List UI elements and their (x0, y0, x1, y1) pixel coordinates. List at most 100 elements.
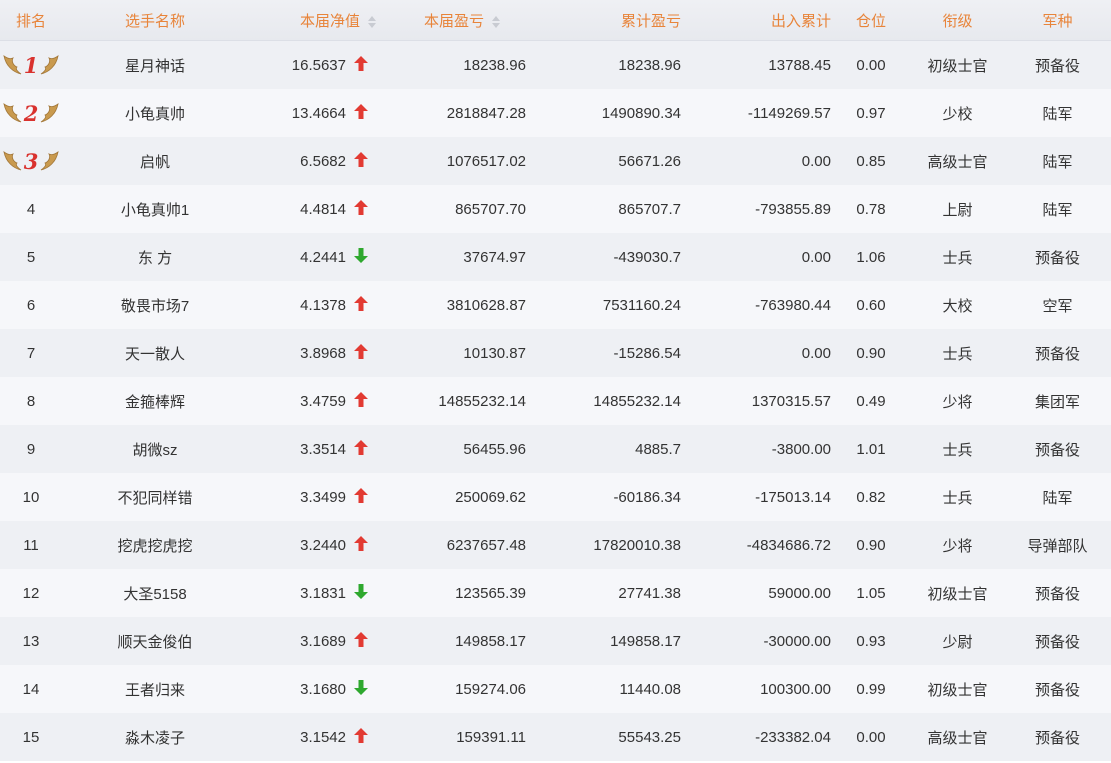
flow-total: -1149269.57 (747, 104, 831, 122)
player-name[interactable]: 挖虎挖虎挖 (62, 535, 248, 556)
table-row[interactable]: 2 小龟真帅 13.4664 2818847.28 1490890.34 -1149269… (0, 89, 1111, 137)
down-arrow-icon (354, 247, 368, 267)
net-value: 3.1680 (300, 680, 346, 698)
total-pnl: -60186.34 (613, 488, 681, 506)
sort-icon[interactable] (368, 15, 376, 28)
military-rank: 少校 (942, 105, 973, 123)
trend-indicator (348, 343, 380, 363)
column-header-total-pnl[interactable]: 累计盈亏 (526, 10, 681, 31)
current-pnl: 159274.06 (455, 680, 526, 698)
flow-total: -175013.14 (755, 488, 831, 506)
column-header-current-pnl[interactable]: 本届盈亏 (380, 10, 526, 31)
total-pnl: 55543.25 (618, 728, 681, 746)
column-header-nav[interactable]: 本届净值 (248, 10, 380, 31)
total-pnl: 14855232.14 (593, 392, 681, 410)
net-value: 3.4759 (300, 392, 346, 410)
net-value: 6.5682 (300, 152, 346, 170)
current-pnl: 250069.62 (455, 488, 526, 506)
up-arrow-icon (354, 391, 368, 411)
trend-indicator (348, 439, 380, 459)
service-branch: 预备役 (1034, 57, 1080, 75)
trend-indicator (348, 295, 380, 315)
player-name[interactable]: 大圣5158 (62, 583, 248, 604)
sort-icon[interactable] (492, 15, 500, 28)
player-name[interactable]: 顺天金俊伯 (62, 631, 248, 652)
current-pnl: 3810628.87 (446, 296, 526, 314)
table-row[interactable]: 7 天一散人 3.8968 10130.87 -15286.54 0.00 0.90 士兵 预备… (0, 329, 1111, 377)
table-row[interactable]: 3 启帆 6.5682 1076517.02 56671.26 0.00 0.85 高级士官 陆… (0, 137, 1111, 185)
position-ratio: 0.00 (856, 56, 886, 74)
flow-total: 0.00 (801, 248, 831, 266)
trend-indicator (348, 103, 380, 123)
net-value: 3.3499 (300, 488, 346, 506)
column-header-current-pnl-label: 本届盈亏 (423, 12, 484, 30)
position-ratio: 0.97 (856, 104, 886, 122)
player-name[interactable]: 小龟真帅1 (62, 199, 248, 220)
column-header-flow[interactable]: 出入累计 (681, 10, 831, 31)
trend-indicator (348, 487, 380, 507)
total-pnl: 11440.08 (619, 680, 681, 698)
military-rank: 上尉 (942, 201, 973, 219)
table-row[interactable]: 1 星月神话 16.5637 18238.96 18238.96 13788.45 0.00… (0, 41, 1111, 89)
down-arrow-icon (354, 583, 368, 603)
table-row[interactable]: 9 胡微sz 3.3514 56455.96 4885.7 -3800.00 1.01 士兵 预… (0, 425, 1111, 473)
position-ratio: 1.06 (856, 248, 886, 266)
table-row[interactable]: 12 大圣5158 3.1831 123565.39 27741.38 59000.00 1… (0, 569, 1111, 617)
player-name[interactable]: 东 方 (62, 247, 248, 268)
service-branch: 陆军 (1042, 201, 1073, 219)
net-value: 3.1542 (300, 728, 346, 746)
table-row[interactable]: 13 顺天金俊伯 3.1689 149858.17 149858.17 -30000.00… (0, 617, 1111, 665)
player-name[interactable]: 星月神话 (62, 55, 248, 76)
net-value: 3.1831 (300, 584, 346, 602)
total-pnl: 56671.26 (618, 152, 681, 170)
net-value: 4.2441 (300, 248, 346, 266)
player-name[interactable]: 敬畏市场7 (62, 295, 248, 316)
column-header-rank[interactable]: 排名 (0, 10, 62, 31)
flow-total: -233382.04 (755, 728, 831, 746)
military-rank: 少将 (942, 393, 973, 411)
service-branch: 陆军 (1042, 489, 1073, 507)
player-name[interactable]: 王者归来 (62, 679, 248, 700)
service-branch: 集团军 (1034, 393, 1080, 411)
player-name[interactable]: 天一散人 (62, 343, 248, 364)
total-pnl: 17820010.38 (593, 536, 681, 554)
player-name[interactable]: 淼木凌子 (62, 727, 248, 748)
player-name[interactable]: 小龟真帅 (62, 103, 248, 124)
up-arrow-icon (354, 727, 368, 747)
wing-right-icon (39, 146, 59, 176)
table-row[interactable]: 4 小龟真帅1 4.4814 865707.70 865707.7 -793855.89 0… (0, 185, 1111, 233)
table-row[interactable]: 14 王者归来 3.1680 159274.06 11440.08 100300.00 0.… (0, 665, 1111, 713)
wing-left-icon (3, 50, 23, 80)
current-pnl: 1076517.02 (446, 152, 526, 170)
up-arrow-icon (354, 343, 368, 363)
column-header-branch[interactable]: 军种 (1004, 10, 1111, 31)
column-header-position[interactable]: 仓位 (831, 10, 911, 31)
table-row[interactable]: 10 不犯同样错 3.3499 250069.62 -60186.34 -175013.1… (0, 473, 1111, 521)
trend-indicator (348, 631, 380, 651)
column-header-name[interactable]: 选手名称 (62, 10, 248, 31)
table-row[interactable]: 5 东 方 4.2441 37674.97 -439030.7 0.00 1.06 士兵 预备役 (0, 233, 1111, 281)
total-pnl: -439030.7 (613, 248, 681, 266)
up-arrow-icon (354, 535, 368, 555)
table-row[interactable]: 6 敬畏市场7 4.1378 3810628.87 7531160.24 -763980.… (0, 281, 1111, 329)
flow-total: 1370315.57 (751, 392, 831, 410)
service-branch: 陆军 (1042, 153, 1073, 171)
up-arrow-icon (354, 151, 368, 171)
table-body: 1 星月神话 16.5637 18238.96 18238.96 13788.45 0.00… (0, 41, 1111, 761)
table-row[interactable]: 11 挖虎挖虎挖 3.2440 6237657.48 17820010.38 -48346… (0, 521, 1111, 569)
service-branch: 预备役 (1034, 585, 1080, 603)
player-name[interactable]: 不犯同样错 (62, 487, 248, 508)
table-row[interactable]: 8 金箍棒辉 3.4759 14855232.14 14855232.14 1370315… (0, 377, 1111, 425)
player-name[interactable]: 金箍棒辉 (62, 391, 248, 412)
total-pnl: 149858.17 (610, 632, 681, 650)
current-pnl: 2818847.28 (446, 104, 526, 122)
military-rank: 少将 (942, 537, 973, 555)
net-value: 3.2440 (300, 536, 346, 554)
table-row[interactable]: 15 淼木凌子 3.1542 159391.11 55543.25 -233382.04 0… (0, 713, 1111, 761)
wing-right-icon (39, 98, 59, 128)
player-name[interactable]: 胡微sz (62, 439, 248, 460)
rank-number: 15 (22, 728, 40, 746)
net-value: 3.3514 (300, 440, 346, 458)
player-name[interactable]: 启帆 (62, 151, 248, 172)
column-header-title[interactable]: 衔级 (911, 10, 1004, 31)
